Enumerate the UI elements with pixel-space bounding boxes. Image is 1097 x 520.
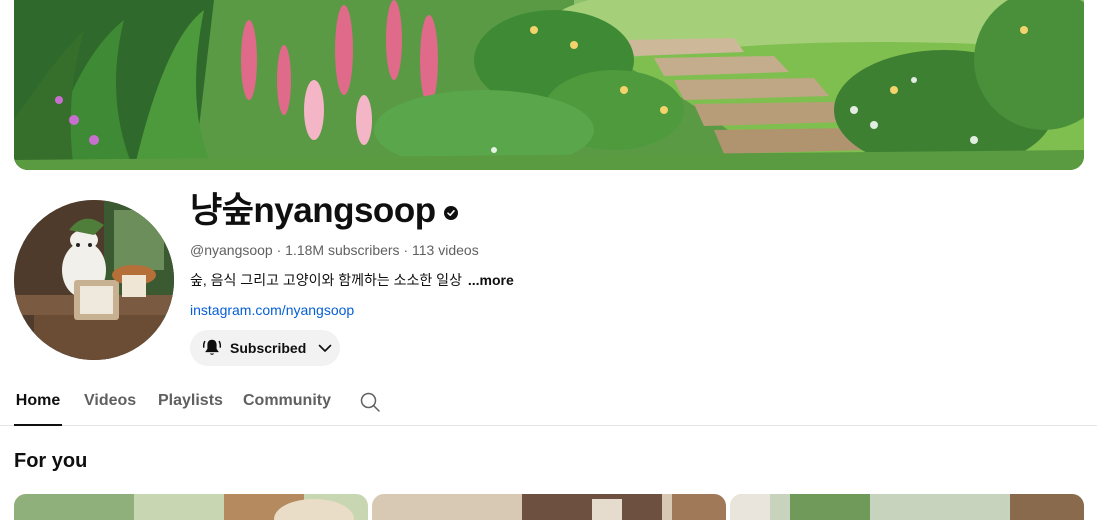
channel-banner bbox=[14, 0, 1084, 170]
subscribed-label: Subscribed bbox=[230, 340, 307, 356]
description-text: 숲, 음식 그리고 고양이와 함께하는 소소한 일상 bbox=[190, 272, 462, 288]
more-link[interactable]: ...more bbox=[468, 272, 514, 288]
tab-community[interactable]: Community bbox=[243, 378, 331, 426]
section-title-for-you: For you bbox=[14, 450, 88, 472]
channel-avatar[interactable] bbox=[14, 200, 174, 360]
channel-name: 냥숲nyangsoop bbox=[190, 191, 436, 230]
verified-badge-icon bbox=[443, 206, 458, 220]
channel-info: 냥숲nyangsoop @nyangsoop · 1.18M subscribe… bbox=[190, 186, 1050, 366]
tab-videos[interactable]: Videos bbox=[84, 378, 136, 426]
banner-garden-illustration bbox=[14, 0, 1084, 170]
search-icon[interactable] bbox=[358, 390, 382, 414]
tab-playlists[interactable]: Playlists bbox=[158, 378, 223, 426]
tab-home[interactable]: Home bbox=[14, 378, 62, 426]
video-thumbnail[interactable] bbox=[730, 494, 1084, 520]
meta-separator: · bbox=[403, 242, 413, 258]
subscribed-button[interactable]: Subscribed bbox=[190, 330, 340, 366]
channel-title-row: 냥숲nyangsoop bbox=[190, 186, 1050, 236]
instagram-link[interactable]: instagram.com/nyangsoop bbox=[190, 302, 354, 318]
channel-meta: @nyangsoop · 1.18M subscribers · 113 vid… bbox=[190, 240, 1050, 260]
chevron-down-icon bbox=[316, 339, 334, 357]
channel-handle: @nyangsoop bbox=[190, 242, 273, 258]
channel-description[interactable]: 숲, 음식 그리고 고양이와 함께하는 소소한 일상 ...more bbox=[190, 270, 1050, 290]
channel-tabs: Home Videos Playlists Community bbox=[0, 378, 1097, 426]
channel-links: instagram.com/nyangsoop bbox=[190, 300, 1050, 320]
avatar-image bbox=[14, 200, 174, 360]
video-thumbnail[interactable] bbox=[14, 494, 368, 520]
thumbnail-image bbox=[730, 494, 1084, 520]
subscriber-count: 1.18M subscribers bbox=[285, 242, 400, 258]
video-count: 113 videos bbox=[412, 242, 479, 258]
video-thumbnail[interactable] bbox=[372, 494, 726, 520]
bell-filled-icon bbox=[201, 337, 223, 359]
meta-separator: · bbox=[276, 242, 286, 258]
thumbnail-image bbox=[14, 494, 368, 520]
thumbnail-image bbox=[372, 494, 726, 520]
